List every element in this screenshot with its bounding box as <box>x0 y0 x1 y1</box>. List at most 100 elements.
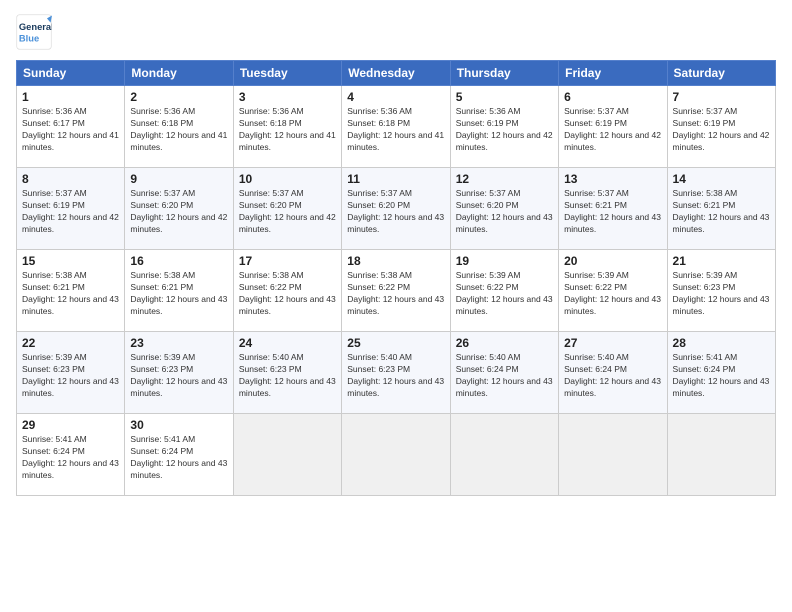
day-info: Sunrise: 5:40 AM Sunset: 6:24 PM Dayligh… <box>456 352 553 400</box>
sunrise-label: Sunrise: 5:39 AM <box>456 270 521 280</box>
sunrise-label: Sunrise: 5:40 AM <box>347 352 412 362</box>
day-info: Sunrise: 5:39 AM Sunset: 6:22 PM Dayligh… <box>564 270 661 318</box>
weekday-thursday: Thursday <box>450 61 558 86</box>
day-number: 5 <box>456 90 553 104</box>
sunset-label: Sunset: 6:19 PM <box>22 200 85 210</box>
week-row-4: 22 Sunrise: 5:39 AM Sunset: 6:23 PM Dayl… <box>17 332 776 414</box>
day-info: Sunrise: 5:37 AM Sunset: 6:19 PM Dayligh… <box>673 106 770 154</box>
daylight-label: Daylight: 12 hours and 43 minutes. <box>239 294 336 316</box>
day-info: Sunrise: 5:40 AM Sunset: 6:23 PM Dayligh… <box>239 352 336 400</box>
calendar-cell <box>559 414 667 496</box>
day-number: 11 <box>347 172 444 186</box>
day-number: 19 <box>456 254 553 268</box>
day-info: Sunrise: 5:37 AM Sunset: 6:21 PM Dayligh… <box>564 188 661 236</box>
day-info: Sunrise: 5:37 AM Sunset: 6:20 PM Dayligh… <box>239 188 336 236</box>
day-info: Sunrise: 5:36 AM Sunset: 6:17 PM Dayligh… <box>22 106 119 154</box>
sunrise-label: Sunrise: 5:41 AM <box>22 434 87 444</box>
calendar-cell <box>450 414 558 496</box>
calendar-cell <box>233 414 341 496</box>
sunrise-label: Sunrise: 5:37 AM <box>347 188 412 198</box>
day-number: 30 <box>130 418 227 432</box>
calendar-cell <box>667 414 775 496</box>
sunset-label: Sunset: 6:18 PM <box>130 118 193 128</box>
day-info: Sunrise: 5:37 AM Sunset: 6:19 PM Dayligh… <box>564 106 661 154</box>
day-info: Sunrise: 5:39 AM Sunset: 6:23 PM Dayligh… <box>673 270 770 318</box>
daylight-label: Daylight: 12 hours and 43 minutes. <box>673 376 770 398</box>
day-number: 6 <box>564 90 661 104</box>
logo: General Blue <box>16 14 52 50</box>
sunset-label: Sunset: 6:21 PM <box>130 282 193 292</box>
daylight-label: Daylight: 12 hours and 43 minutes. <box>456 212 553 234</box>
day-number: 4 <box>347 90 444 104</box>
sunset-label: Sunset: 6:24 PM <box>564 364 627 374</box>
sunset-label: Sunset: 6:21 PM <box>673 200 736 210</box>
calendar-cell: 9 Sunrise: 5:37 AM Sunset: 6:20 PM Dayli… <box>125 168 233 250</box>
sunrise-label: Sunrise: 5:40 AM <box>239 352 304 362</box>
sunrise-label: Sunrise: 5:36 AM <box>130 106 195 116</box>
day-info: Sunrise: 5:40 AM Sunset: 6:23 PM Dayligh… <box>347 352 444 400</box>
calendar-cell: 30 Sunrise: 5:41 AM Sunset: 6:24 PM Dayl… <box>125 414 233 496</box>
weekday-tuesday: Tuesday <box>233 61 341 86</box>
sunset-label: Sunset: 6:23 PM <box>347 364 410 374</box>
weekday-sunday: Sunday <box>17 61 125 86</box>
weekday-header-row: SundayMondayTuesdayWednesdayThursdayFrid… <box>17 61 776 86</box>
day-info: Sunrise: 5:38 AM Sunset: 6:21 PM Dayligh… <box>130 270 227 318</box>
sunset-label: Sunset: 6:21 PM <box>22 282 85 292</box>
day-number: 27 <box>564 336 661 350</box>
day-info: Sunrise: 5:36 AM Sunset: 6:18 PM Dayligh… <box>239 106 336 154</box>
day-number: 10 <box>239 172 336 186</box>
day-number: 21 <box>673 254 770 268</box>
sunrise-label: Sunrise: 5:37 AM <box>22 188 87 198</box>
day-info: Sunrise: 5:38 AM Sunset: 6:22 PM Dayligh… <box>239 270 336 318</box>
calendar-cell: 5 Sunrise: 5:36 AM Sunset: 6:19 PM Dayli… <box>450 86 558 168</box>
sunset-label: Sunset: 6:20 PM <box>347 200 410 210</box>
day-info: Sunrise: 5:39 AM Sunset: 6:23 PM Dayligh… <box>22 352 119 400</box>
daylight-label: Daylight: 12 hours and 42 minutes. <box>130 212 227 234</box>
sunrise-label: Sunrise: 5:37 AM <box>564 106 629 116</box>
sunset-label: Sunset: 6:21 PM <box>564 200 627 210</box>
calendar-cell: 16 Sunrise: 5:38 AM Sunset: 6:21 PM Dayl… <box>125 250 233 332</box>
daylight-label: Daylight: 12 hours and 42 minutes. <box>673 130 770 152</box>
daylight-label: Daylight: 12 hours and 43 minutes. <box>456 294 553 316</box>
sunset-label: Sunset: 6:18 PM <box>239 118 302 128</box>
calendar-cell: 4 Sunrise: 5:36 AM Sunset: 6:18 PM Dayli… <box>342 86 450 168</box>
calendar-cell: 2 Sunrise: 5:36 AM Sunset: 6:18 PM Dayli… <box>125 86 233 168</box>
sunrise-label: Sunrise: 5:37 AM <box>673 106 738 116</box>
svg-text:General: General <box>19 22 52 32</box>
sunset-label: Sunset: 6:24 PM <box>130 446 193 456</box>
sunrise-label: Sunrise: 5:38 AM <box>239 270 304 280</box>
svg-text:Blue: Blue <box>19 33 39 43</box>
daylight-label: Daylight: 12 hours and 43 minutes. <box>564 376 661 398</box>
calendar-cell: 7 Sunrise: 5:37 AM Sunset: 6:19 PM Dayli… <box>667 86 775 168</box>
sunset-label: Sunset: 6:19 PM <box>673 118 736 128</box>
daylight-label: Daylight: 12 hours and 43 minutes. <box>347 294 444 316</box>
calendar-cell: 14 Sunrise: 5:38 AM Sunset: 6:21 PM Dayl… <box>667 168 775 250</box>
calendar-cell: 13 Sunrise: 5:37 AM Sunset: 6:21 PM Dayl… <box>559 168 667 250</box>
sunrise-label: Sunrise: 5:38 AM <box>130 270 195 280</box>
calendar-table: SundayMondayTuesdayWednesdayThursdayFrid… <box>16 60 776 496</box>
day-number: 1 <box>22 90 119 104</box>
weekday-wednesday: Wednesday <box>342 61 450 86</box>
sunset-label: Sunset: 6:23 PM <box>130 364 193 374</box>
day-number: 9 <box>130 172 227 186</box>
daylight-label: Daylight: 12 hours and 43 minutes. <box>347 212 444 234</box>
sunrise-label: Sunrise: 5:36 AM <box>347 106 412 116</box>
day-info: Sunrise: 5:41 AM Sunset: 6:24 PM Dayligh… <box>673 352 770 400</box>
day-number: 15 <box>22 254 119 268</box>
sunset-label: Sunset: 6:22 PM <box>564 282 627 292</box>
sunrise-label: Sunrise: 5:39 AM <box>564 270 629 280</box>
day-number: 2 <box>130 90 227 104</box>
day-info: Sunrise: 5:41 AM Sunset: 6:24 PM Dayligh… <box>130 434 227 482</box>
week-row-3: 15 Sunrise: 5:38 AM Sunset: 6:21 PM Dayl… <box>17 250 776 332</box>
day-number: 12 <box>456 172 553 186</box>
week-row-5: 29 Sunrise: 5:41 AM Sunset: 6:24 PM Dayl… <box>17 414 776 496</box>
daylight-label: Daylight: 12 hours and 43 minutes. <box>564 294 661 316</box>
sunrise-label: Sunrise: 5:38 AM <box>673 188 738 198</box>
sunset-label: Sunset: 6:24 PM <box>456 364 519 374</box>
day-info: Sunrise: 5:38 AM Sunset: 6:22 PM Dayligh… <box>347 270 444 318</box>
calendar-cell: 28 Sunrise: 5:41 AM Sunset: 6:24 PM Dayl… <box>667 332 775 414</box>
week-row-2: 8 Sunrise: 5:37 AM Sunset: 6:19 PM Dayli… <box>17 168 776 250</box>
day-info: Sunrise: 5:39 AM Sunset: 6:22 PM Dayligh… <box>456 270 553 318</box>
day-info: Sunrise: 5:41 AM Sunset: 6:24 PM Dayligh… <box>22 434 119 482</box>
sunset-label: Sunset: 6:22 PM <box>239 282 302 292</box>
